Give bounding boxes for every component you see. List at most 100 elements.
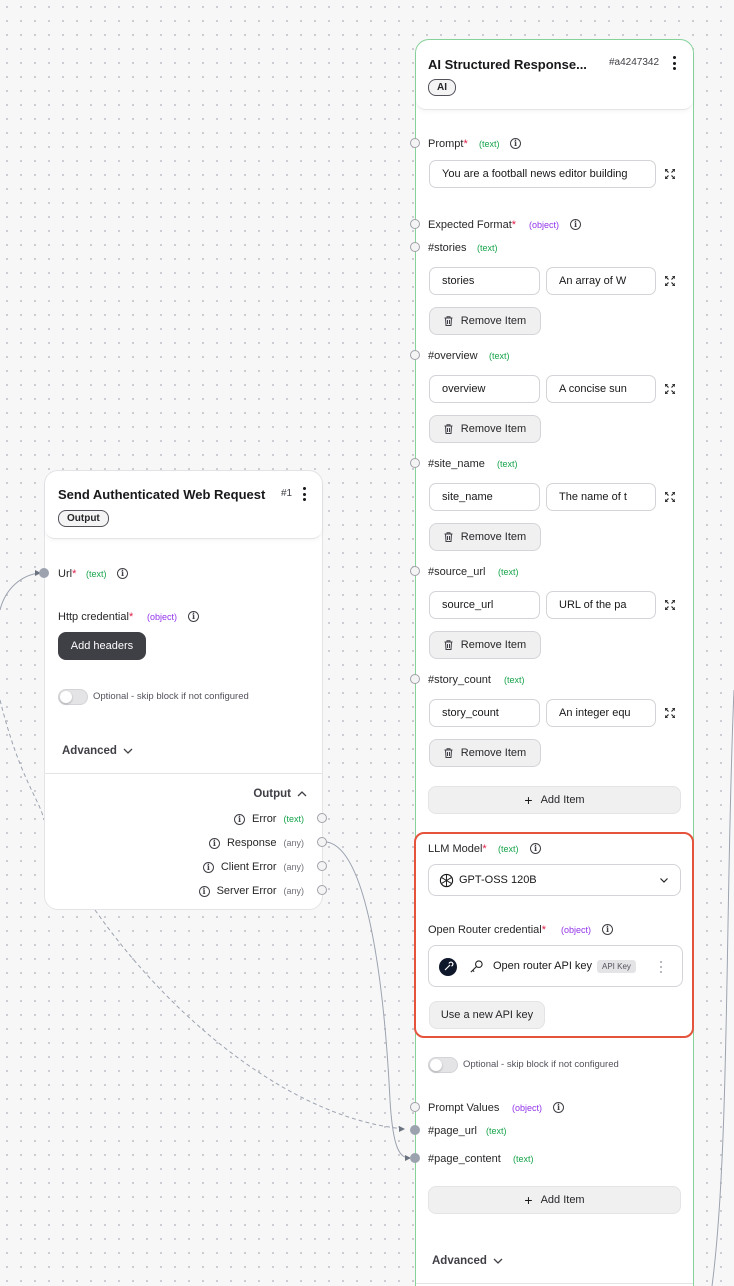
client-error-output-port[interactable] [317,861,327,871]
info-icon[interactable]: i [570,219,581,230]
node-id: #a4247342 [609,57,660,68]
overview-input-port[interactable] [410,350,420,360]
format-key-label: #stories [428,242,467,254]
url-type: (text) [86,569,107,579]
optional-toggle[interactable] [428,1057,458,1073]
optional-label: Optional - skip block if not configured [93,691,249,702]
source-url-input-port[interactable] [410,566,420,576]
format-key-type: (text) [497,459,518,469]
prompt-label: Prompt* [428,138,468,150]
expand-icon[interactable] [665,600,675,610]
trash-icon [444,316,453,326]
http-credential-type: (object) [147,612,178,622]
format-key-type: (text) [477,243,498,253]
format-value-input[interactable]: A concise sun [546,375,656,403]
add-item-button[interactable]: + Add Item [428,786,681,814]
format-value-input[interactable]: URL of the pa [546,591,656,619]
output-row-response: i Response (any) [45,836,304,850]
prompt-values-type: (object) [512,1103,543,1113]
add-item-button[interactable]: + Add Item [428,1186,681,1214]
expand-icon[interactable] [665,169,675,179]
output-divider [45,773,322,774]
remove-item-button[interactable]: Remove Item [429,307,541,335]
format-key-type: (text) [489,351,510,361]
info-icon[interactable]: i [202,861,214,873]
trash-icon [444,532,453,542]
output-label: Client Error [220,861,277,873]
optional-toggle[interactable] [58,689,88,705]
prompt-values-input-port[interactable] [410,1102,420,1112]
format-key-label: #overview [428,350,478,362]
ai-structured-response-node[interactable]: AI Structured Response... #a4247342 AI P… [415,39,694,1286]
advanced-toggle[interactable]: Advanced [62,745,133,757]
http-credential-label: Http credential* [58,611,134,623]
story-count-input-port[interactable] [410,674,420,684]
expand-icon[interactable] [665,492,675,502]
format-key-label: #story_count [428,674,491,686]
node-id: #1 [281,488,293,499]
category-badge: Output [58,510,109,527]
info-icon[interactable]: i [234,813,246,825]
trash-icon [444,748,453,758]
output-section-toggle[interactable]: Output [253,788,307,800]
info-icon[interactable]: i [208,837,220,849]
send-web-request-node[interactable]: Send Authenticated Web Request #1 Output… [44,470,323,910]
remove-item-button[interactable]: Remove Item [429,523,541,551]
output-type: (any) [283,838,304,848]
stories-input-port[interactable] [410,242,420,252]
expand-icon[interactable] [665,708,675,718]
expected-format-type: (object) [529,220,560,230]
format-value-input[interactable]: An integer equ [546,699,656,727]
format-key-input[interactable]: stories [429,267,540,295]
remove-item-button[interactable]: Remove Item [429,739,541,767]
info-icon[interactable]: i [117,568,128,579]
format-key-label: #source_url [428,566,486,578]
url-label: Url* [58,568,77,580]
output-type: (any) [283,862,304,872]
optional-label: Optional - skip block if not configured [463,1059,619,1070]
remove-item-button[interactable]: Remove Item [429,415,541,443]
expected-format-label: Expected Format* [428,219,517,231]
format-key-input[interactable]: story_count [429,699,540,727]
url-input-port[interactable] [39,568,49,578]
expected-format-input-port[interactable] [410,219,420,229]
info-icon[interactable]: i [198,885,210,897]
format-key-input[interactable]: overview [429,375,540,403]
plus-icon: + [524,1192,533,1208]
format-key-input[interactable]: source_url [429,591,540,619]
format-value-input[interactable]: The name of t [546,483,656,511]
info-icon[interactable]: i [188,611,199,622]
server-error-output-port[interactable] [317,885,327,895]
chevron-up-icon [297,791,307,797]
add-headers-button[interactable]: Add headers [58,632,146,660]
bottom-divider [416,1283,693,1284]
expand-icon[interactable] [665,384,675,394]
page-url-input-port[interactable] [410,1125,420,1135]
output-type: (text) [283,814,304,824]
trash-icon [444,424,453,434]
prompt-values-label: Prompt Values [428,1102,500,1114]
output-row-server-error: i Server Error (any) [45,884,304,898]
response-output-port[interactable] [317,837,327,847]
page-content-input-port[interactable] [410,1153,420,1163]
info-icon[interactable]: i [553,1102,564,1113]
more-options-icon[interactable] [671,56,677,70]
format-key-input[interactable]: site_name [429,483,540,511]
prompt-input-port[interactable] [410,138,420,148]
expand-icon[interactable] [665,276,675,286]
trash-icon [444,640,453,650]
error-output-port[interactable] [317,813,327,823]
remove-item-button[interactable]: Remove Item [429,631,541,659]
format-value-input[interactable]: An array of W [546,267,656,295]
more-options-icon[interactable] [301,487,307,501]
advanced-toggle[interactable]: Advanced [432,1255,503,1267]
prompt-input[interactable]: You are a football news editor building [429,160,656,188]
output-label: Error [252,813,277,825]
site-name-input-port[interactable] [410,458,420,468]
node-title: AI Structured Response... [428,57,587,72]
info-icon[interactable]: i [510,138,521,149]
format-key-type: (text) [498,567,519,577]
llm-section-highlight [414,832,694,1038]
output-label: Server Error [216,885,277,897]
format-key-label: #site_name [428,458,485,470]
